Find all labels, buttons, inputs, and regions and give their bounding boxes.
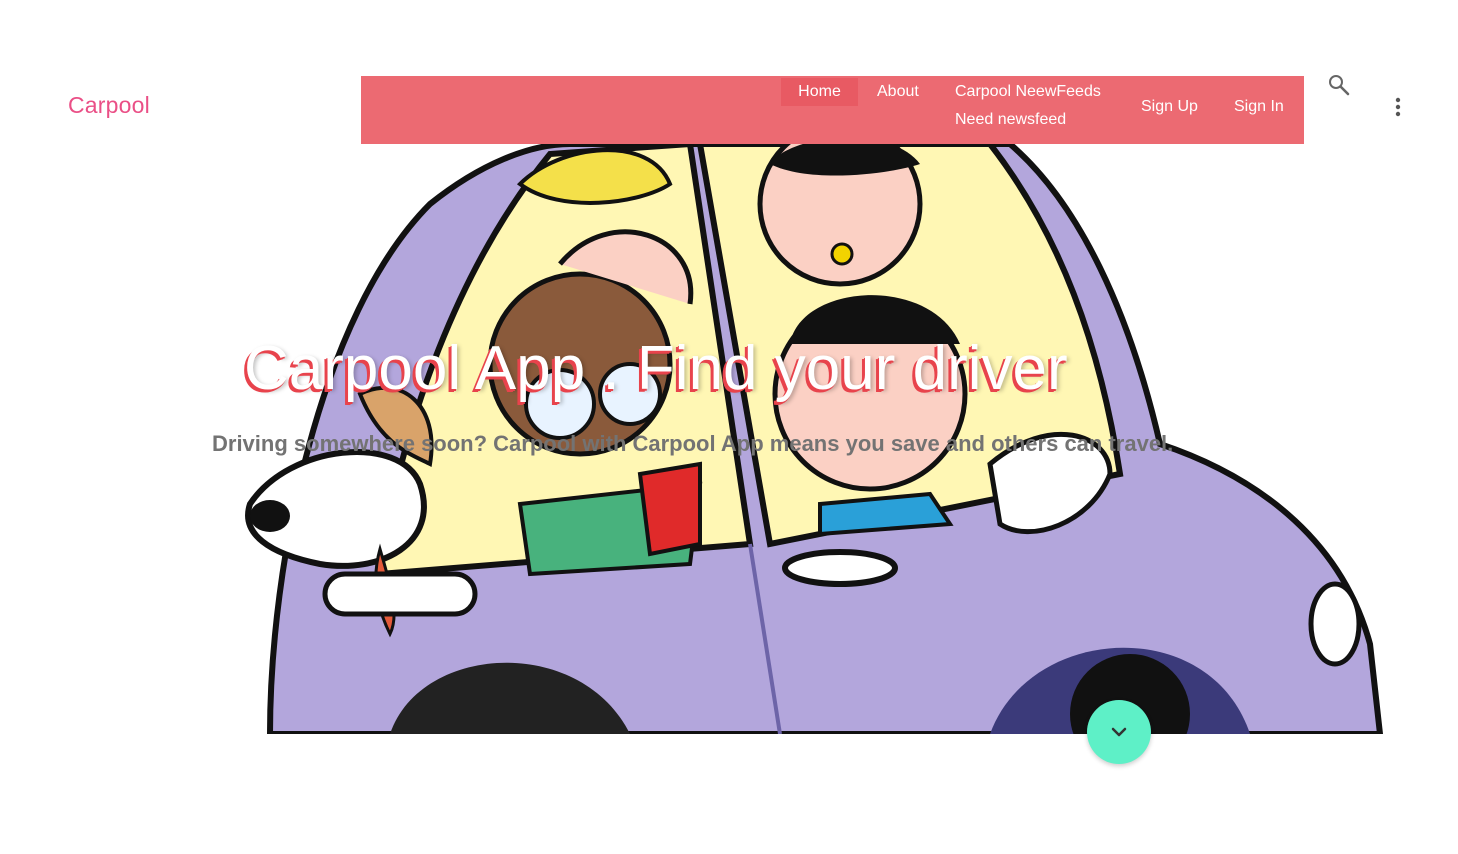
more-options-button[interactable]: [1388, 94, 1408, 120]
hero-title: Carpool App . Find your driver: [244, 334, 1068, 403]
brand-logo[interactable]: Carpool: [68, 92, 150, 119]
nav-about[interactable]: About: [877, 82, 919, 102]
more-vert-icon: [1395, 97, 1401, 117]
scroll-down-button[interactable]: [1087, 700, 1151, 764]
nav-home[interactable]: Home: [781, 78, 858, 106]
page: Carpool Home About Carpool NeewFeeds Nee…: [0, 0, 1458, 854]
nav-newsfeeds[interactable]: Carpool NeewFeeds: [955, 82, 1101, 102]
chevron-down-icon: [1111, 727, 1127, 737]
nav-need-newsfeed[interactable]: Need newsfeed: [955, 110, 1066, 130]
nav-sign-up[interactable]: Sign Up: [1141, 97, 1198, 117]
nav-sign-in[interactable]: Sign In: [1234, 97, 1284, 117]
search-button[interactable]: [1326, 72, 1352, 98]
hero-subtitle: Driving somewhere soon? Carpool with Car…: [212, 431, 1174, 456]
search-icon: [1329, 75, 1350, 96]
main-navbar: Home About Carpool NeewFeeds Need newsfe…: [361, 76, 1304, 144]
